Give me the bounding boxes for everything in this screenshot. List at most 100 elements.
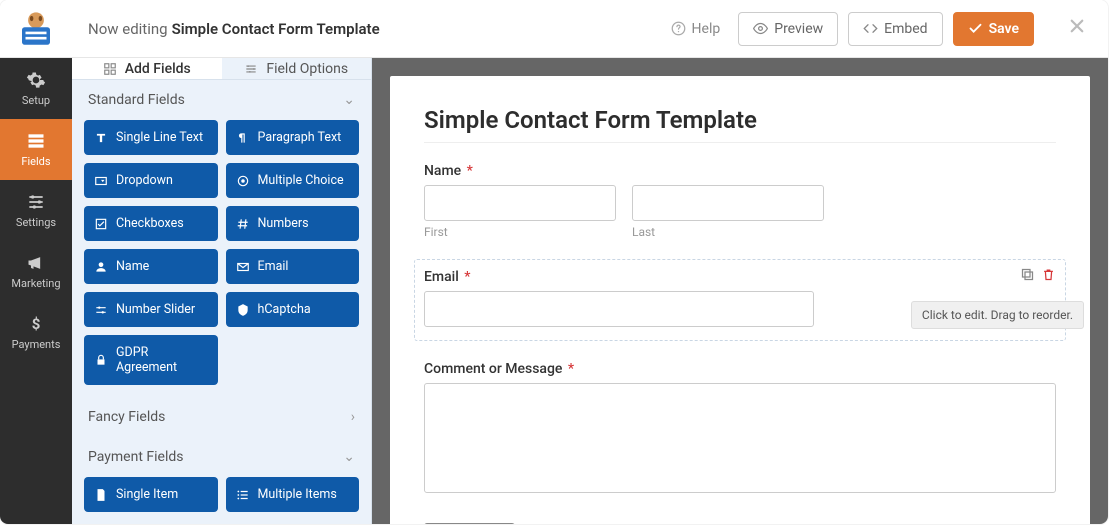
help-link[interactable]: Help xyxy=(671,21,721,37)
field-name-block[interactable]: Name * First Last xyxy=(424,163,1056,239)
preview-label: Preview xyxy=(774,21,823,37)
editing-prefix: Now editing xyxy=(88,20,168,38)
sidebar: Add Fields Field Options Standard Fields… xyxy=(72,58,372,524)
field-checkboxes[interactable]: Checkboxes xyxy=(84,206,218,241)
text-icon xyxy=(94,131,108,145)
checkbox-icon xyxy=(94,217,108,231)
nav-marketing-label: Marketing xyxy=(11,277,60,290)
save-label: Save xyxy=(989,21,1019,37)
email-input[interactable] xyxy=(424,291,814,327)
chevron-right-icon: › xyxy=(351,409,355,425)
required-mark: * xyxy=(467,163,473,179)
first-sublabel: First xyxy=(424,225,616,239)
field-name[interactable]: Name xyxy=(84,249,218,284)
lock-icon xyxy=(94,353,108,367)
nav-setup-label: Setup xyxy=(22,94,50,107)
field-gdpr[interactable]: GDPR Agreement xyxy=(84,335,218,385)
form-canvas[interactable]: Simple Contact Form Template Name * Firs… xyxy=(390,76,1090,524)
app-logo xyxy=(0,8,72,50)
section-standard-label: Standard Fields xyxy=(88,92,185,108)
standard-fields-grid: Single Line Text Paragraph Text Dropdown… xyxy=(72,120,371,397)
paragraph-icon xyxy=(236,131,250,145)
tab-add-fields[interactable]: Add Fields xyxy=(72,58,222,79)
tab-options-label: Field Options xyxy=(266,61,348,77)
form-title[interactable]: Simple Contact Form Template xyxy=(424,106,1056,134)
field-number-slider[interactable]: Number Slider xyxy=(84,292,218,327)
chevron-down-icon: ⌄ xyxy=(343,92,355,108)
comment-textarea[interactable] xyxy=(424,383,1056,493)
field-numbers[interactable]: Numbers xyxy=(226,206,360,241)
eye-icon xyxy=(753,21,768,36)
field-dropdown[interactable]: Dropdown xyxy=(84,163,218,198)
embed-button[interactable]: Embed xyxy=(848,12,942,46)
field-tooltip: Click to edit. Drag to reorder. xyxy=(911,301,1084,329)
user-icon xyxy=(94,260,108,274)
field-hcaptcha[interactable]: hCaptcha xyxy=(226,292,360,327)
help-label: Help xyxy=(692,21,721,37)
first-name-input[interactable] xyxy=(424,185,616,221)
section-fancy[interactable]: Fancy Fields › xyxy=(72,397,371,437)
field-multiple-items[interactable]: Multiple Items xyxy=(226,477,360,512)
tab-field-options[interactable]: Field Options xyxy=(222,58,372,79)
svg-text:$: $ xyxy=(32,315,41,333)
shield-icon xyxy=(236,303,250,317)
nav-setup[interactable]: Setup xyxy=(0,58,72,119)
section-payment-label: Payment Fields xyxy=(88,449,183,465)
form-icon xyxy=(26,131,46,151)
email-label: Email * xyxy=(424,269,1056,285)
nav-fields-label: Fields xyxy=(21,155,50,168)
field-paragraph-text[interactable]: Paragraph Text xyxy=(226,120,360,155)
field-single-item[interactable]: Single Item xyxy=(84,477,218,512)
email-icon xyxy=(236,260,250,274)
nav-settings-label: Settings xyxy=(16,216,56,229)
options-icon xyxy=(244,62,258,76)
title-area: Now editing Simple Contact Form Template xyxy=(72,20,671,38)
section-standard[interactable]: Standard Fields ⌄ xyxy=(72,80,371,120)
nav-payments-label: Payments xyxy=(12,338,61,351)
grid-icon xyxy=(103,62,117,76)
slider-icon xyxy=(94,303,108,317)
topbar: Now editing Simple Contact Form Template… xyxy=(0,0,1108,58)
required-mark: * xyxy=(464,269,470,285)
field-comment-block[interactable]: Comment or Message * xyxy=(424,361,1056,497)
title-divider xyxy=(424,142,1056,143)
trash-icon[interactable] xyxy=(1041,267,1056,282)
dollar-icon: $ xyxy=(26,314,46,334)
radio-icon xyxy=(236,174,250,188)
name-label: Name * xyxy=(424,163,1056,179)
sidebar-tabs: Add Fields Field Options xyxy=(72,58,371,80)
form-name[interactable]: Simple Contact Form Template xyxy=(172,20,380,38)
tab-add-label: Add Fields xyxy=(125,61,191,77)
canvas-wrap: Simple Contact Form Template Name * Firs… xyxy=(372,58,1108,524)
nav-fields[interactable]: Fields xyxy=(0,119,72,180)
last-sublabel: Last xyxy=(632,225,824,239)
field-email-block[interactable]: Email * Click to edit. Drag to reorder. xyxy=(414,259,1066,341)
close-icon xyxy=(1068,17,1086,35)
nav-marketing[interactable]: Marketing xyxy=(0,241,72,302)
file-icon xyxy=(94,488,108,502)
field-email[interactable]: Email xyxy=(226,249,360,284)
nav-settings[interactable]: Settings xyxy=(0,180,72,241)
section-payment[interactable]: Payment Fields ⌄ xyxy=(72,437,371,477)
duplicate-icon[interactable] xyxy=(1020,267,1035,282)
last-name-input[interactable] xyxy=(632,185,824,221)
list-icon xyxy=(236,488,250,502)
embed-label: Embed xyxy=(884,21,927,37)
code-icon xyxy=(863,21,878,36)
save-button[interactable]: Save xyxy=(953,12,1034,46)
required-mark: * xyxy=(568,361,574,377)
field-multiple-choice[interactable]: Multiple Choice xyxy=(226,163,360,198)
payment-fields-grid: Single Item Multiple Items xyxy=(72,477,371,524)
field-single-line-text[interactable]: Single Line Text xyxy=(84,120,218,155)
field-row-actions xyxy=(1020,267,1056,282)
chevron-down-icon: ⌄ xyxy=(343,449,355,465)
nav-payments[interactable]: $ Payments xyxy=(0,302,72,363)
preview-button[interactable]: Preview xyxy=(738,12,838,46)
comment-label: Comment or Message * xyxy=(424,361,1056,377)
submit-button[interactable]: Submit xyxy=(424,523,515,524)
hash-icon xyxy=(236,217,250,231)
sliders-icon xyxy=(26,192,46,212)
dropdown-icon xyxy=(94,174,108,188)
check-icon xyxy=(968,21,983,36)
close-button[interactable] xyxy=(1062,16,1092,41)
